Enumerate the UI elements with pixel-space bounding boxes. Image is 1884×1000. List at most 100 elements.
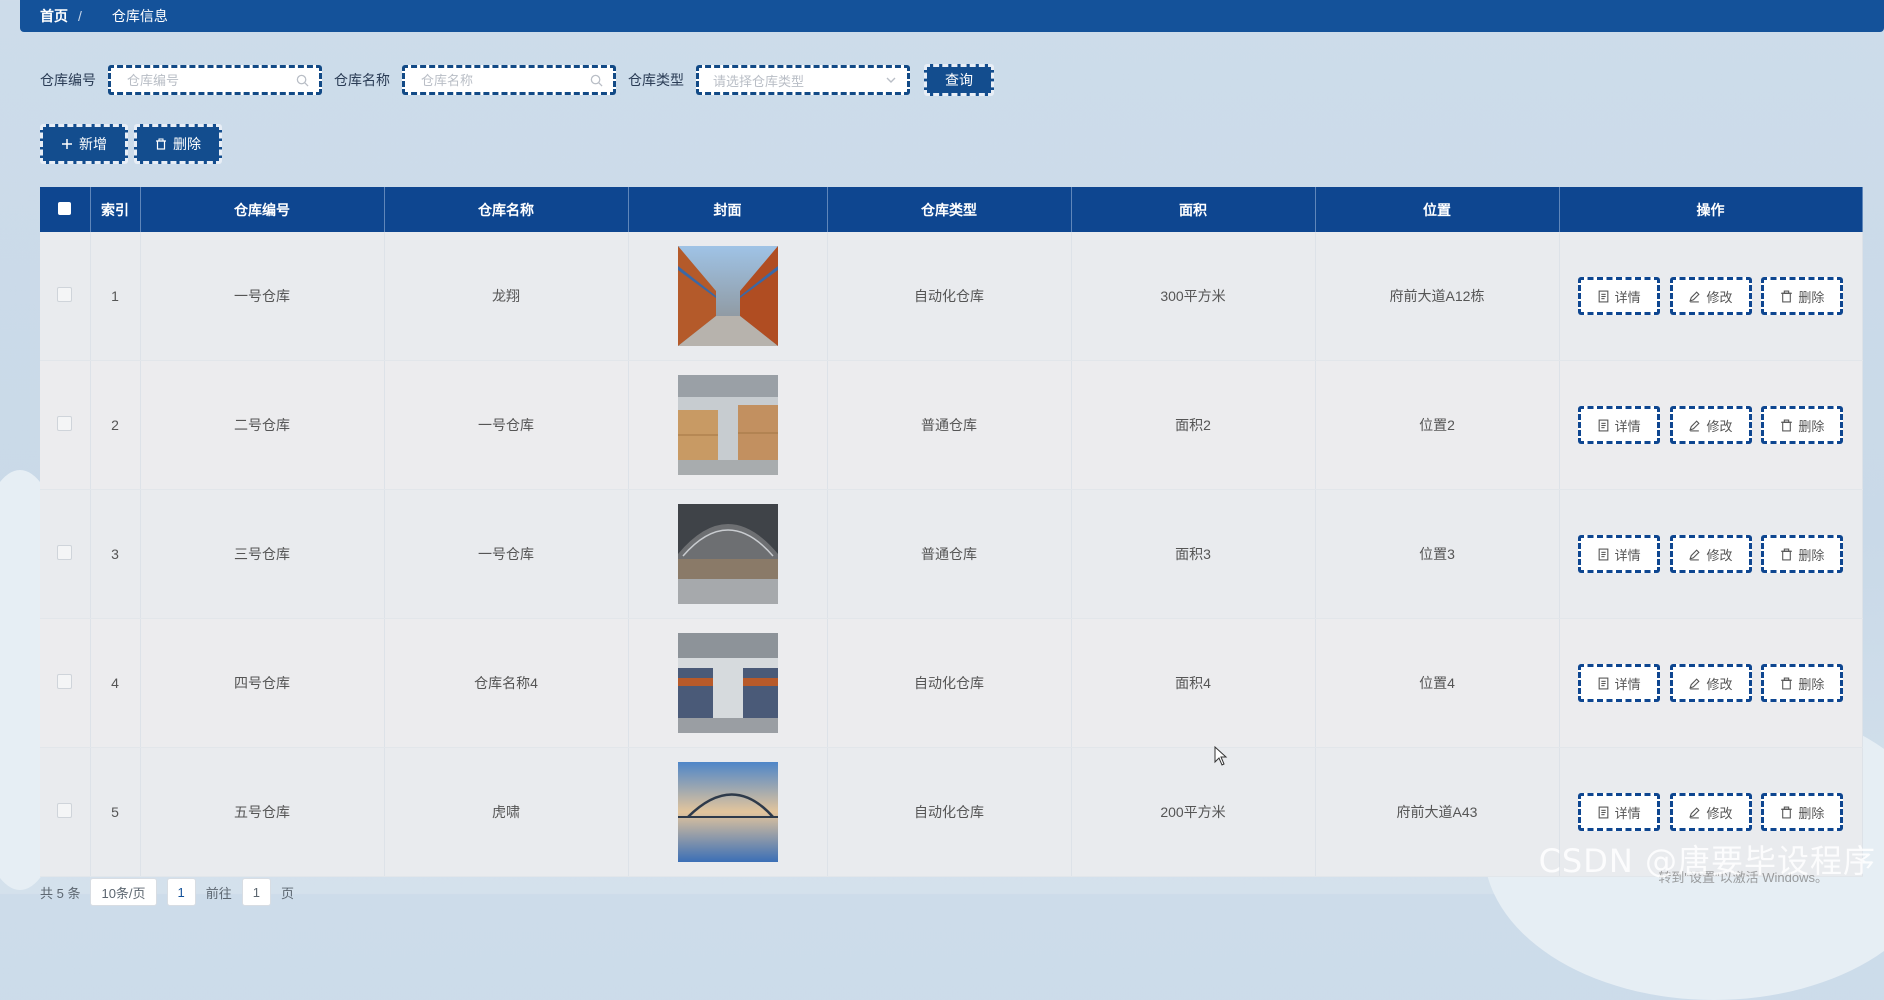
row-checkbox[interactable] [57,803,73,818]
row-area: 面积4 [1071,618,1316,748]
row-type: 普通仓库 [827,360,1072,490]
row-select-cell[interactable] [40,360,91,490]
delete-label: 删除 [1798,676,1825,692]
table-header-row: 索引 仓库编号 仓库名称 封面 仓库类型 面积 位置 操作 [40,187,1863,232]
delete-button[interactable]: 删除 [1761,277,1844,315]
row-type: 自动化仓库 [827,747,1072,877]
header-type: 仓库类型 [827,187,1072,232]
row-area: 面积2 [1071,360,1316,490]
edit-button[interactable]: 修改 [1669,535,1752,573]
row-area: 面积3 [1071,489,1316,619]
row-name: 虎啸 [384,747,629,877]
delete-button[interactable]: 删除 [1761,793,1844,831]
batch-delete-button[interactable]: 删除 [134,124,222,164]
trash-icon [1781,290,1793,302]
bridge-sunset-image[interactable] [677,762,778,862]
row-checkbox[interactable] [57,674,73,689]
row-index: 3 [90,489,141,619]
header-operations: 操作 [1559,187,1863,232]
breadcrumb-home[interactable]: 首页 [40,6,68,26]
row-cover-cell [628,618,828,748]
name-input[interactable] [419,71,583,89]
row-type: 普通仓库 [827,489,1072,619]
row-code: 三号仓库 [140,489,385,619]
row-type: 自动化仓库 [827,618,1072,748]
goto-input[interactable]: 1 [241,878,272,906]
name-label: 仓库名称 [334,72,390,88]
warehouse-shelves-image[interactable] [677,246,778,346]
type-select[interactable]: 请选择仓库类型 [696,65,910,95]
detail-button[interactable]: 详情 [1577,406,1660,444]
row-name: 一号仓库 [384,489,629,619]
detail-button[interactable]: 详情 [1577,535,1660,573]
row-operations: 详情 修改 删除 [1559,360,1863,490]
row-location: 府前大道A12栋 [1315,232,1560,361]
code-field[interactable] [108,65,322,95]
delete-button[interactable]: 删除 [1761,535,1844,573]
document-icon [1598,290,1608,302]
row-checkbox[interactable] [57,545,73,560]
select-all-checkbox[interactable] [58,201,72,215]
edit-button[interactable]: 修改 [1669,664,1752,702]
edit-label: 修改 [1706,418,1733,434]
row-cover-cell [628,360,828,490]
page-size-select[interactable]: 10条/页 [90,878,157,906]
row-index: 2 [90,360,141,490]
row-select-cell[interactable] [40,747,91,877]
row-index: 5 [90,747,141,877]
edit-button[interactable]: 修改 [1669,793,1752,831]
plus-icon [62,139,72,149]
row-name: 龙翔 [384,232,629,361]
table-row: 4 四号仓库 仓库名称4 自动化仓库 面积4 位置4 详情 修改 删除 [40,618,1863,748]
edit-icon [1689,806,1701,818]
row-checkbox[interactable] [57,416,73,431]
delete-label: 删除 [1798,289,1825,305]
delete-label: 删除 [1798,547,1825,563]
detail-button[interactable]: 详情 [1577,277,1660,315]
row-operations: 详情 修改 删除 [1559,618,1863,748]
current-page[interactable]: 1 [166,878,196,906]
row-location: 位置3 [1315,489,1560,619]
row-checkbox[interactable] [57,287,73,302]
table-row: 1 一号仓库 龙翔 自动化仓库 300平方米 府前大道A12栋 详情 修改 删除 [40,232,1863,361]
select-all-cell[interactable] [40,187,91,232]
warehouse-hall-image[interactable] [677,504,778,604]
row-select-cell[interactable] [40,232,91,361]
detail-button[interactable]: 详情 [1577,664,1660,702]
header-code: 仓库编号 [140,187,385,232]
goto-prefix: 前往 [205,885,232,901]
row-cover-cell [628,489,828,619]
row-select-cell[interactable] [40,618,91,748]
table-row: 3 三号仓库 一号仓库 普通仓库 面积3 位置3 详情 修改 删除 [40,489,1863,619]
delete-button[interactable]: 删除 [1761,406,1844,444]
code-label: 仓库编号 [40,72,96,88]
add-button[interactable]: 新增 [40,124,128,164]
row-code: 一号仓库 [140,232,385,361]
document-icon [1598,806,1608,818]
detail-button[interactable]: 详情 [1577,793,1660,831]
name-field[interactable] [402,65,616,95]
batch-delete-label: 删除 [173,136,201,152]
edit-label: 修改 [1706,289,1733,305]
trash-icon [1781,419,1793,431]
warehouse-boxes-image[interactable] [677,375,778,475]
row-location: 位置2 [1315,360,1560,490]
detail-label: 详情 [1614,547,1641,563]
detail-label: 详情 [1614,289,1641,305]
edit-button[interactable]: 修改 [1669,277,1752,315]
type-select-placeholder: 请选择仓库类型 [713,73,805,89]
code-input[interactable] [125,71,289,89]
edit-icon [1689,290,1701,302]
warehouse-racks-image[interactable] [677,633,778,733]
goto-suffix: 页 [281,885,295,901]
type-label: 仓库类型 [628,72,684,88]
delete-button[interactable]: 删除 [1761,664,1844,702]
search-bar: 仓库编号 仓库名称 仓库类型 请选择仓库类型 查询 [40,64,994,96]
row-code: 二号仓库 [140,360,385,490]
query-button[interactable]: 查询 [924,64,994,96]
row-cover-cell [628,232,828,361]
row-select-cell[interactable] [40,489,91,619]
edit-button[interactable]: 修改 [1669,406,1752,444]
edit-icon [1689,548,1701,560]
header-location: 位置 [1315,187,1560,232]
